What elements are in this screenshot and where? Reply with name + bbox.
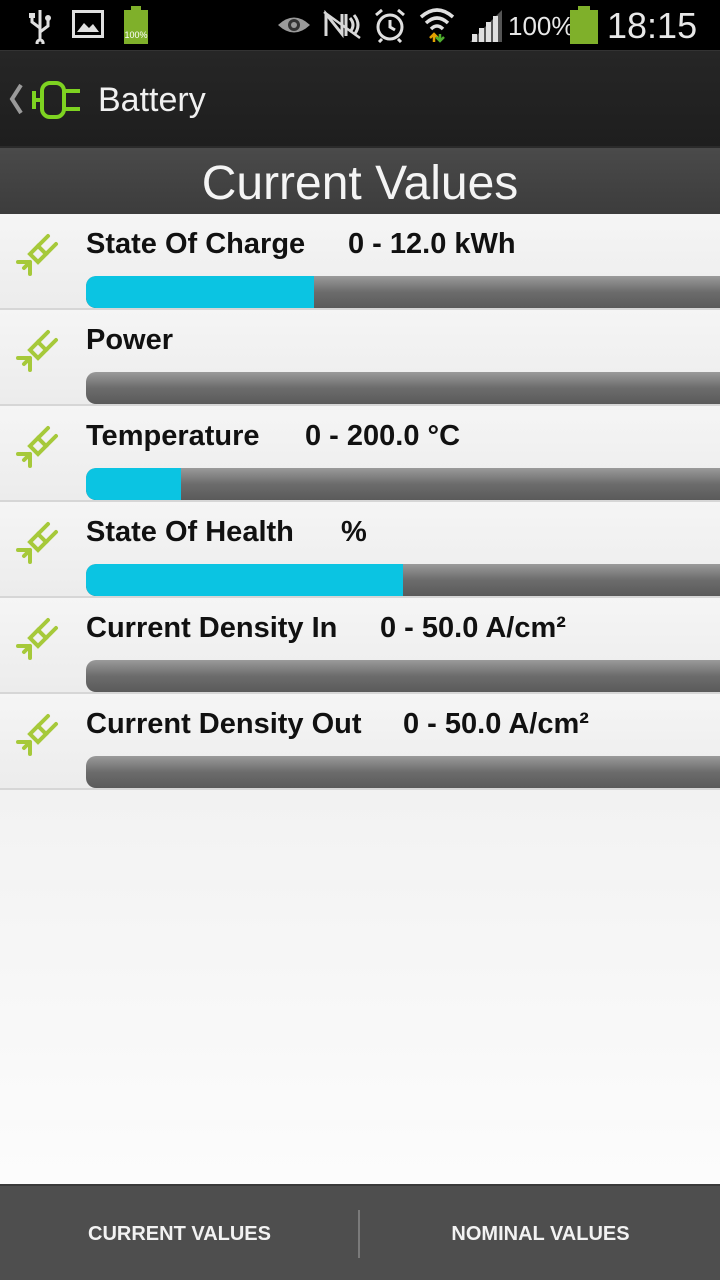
item-label: State Of Charge — [86, 228, 306, 260]
signal-icon — [470, 10, 502, 42]
tab-nominal-values[interactable]: NOMINAL VALUES — [361, 1186, 720, 1280]
progress-fill — [86, 276, 315, 308]
list-item[interactable]: Current Density In 0 - 50.0 A/cm² — [0, 598, 720, 694]
plug-icon — [16, 424, 60, 473]
item-range: 0 - 12.0 kWh — [348, 228, 516, 260]
plug-icon — [16, 232, 60, 281]
plug-icon — [16, 328, 60, 377]
item-label: Power — [86, 324, 174, 356]
status-bar: 100% 100% 18:15 — [0, 0, 720, 50]
item-range: 0 - 50.0 A/cm² — [403, 708, 589, 740]
plug-icon — [16, 520, 60, 569]
battery-plug-icon[interactable] — [30, 79, 82, 121]
tab-current-values[interactable]: CURRENT VALUES — [0, 1186, 359, 1280]
item-label: Temperature — [86, 420, 260, 452]
battery-icon — [570, 6, 598, 44]
item-range: % — [341, 516, 367, 548]
usb-icon — [29, 10, 51, 44]
progress-bar — [86, 660, 720, 692]
page-title: Current Values — [0, 146, 720, 214]
battery-percent: 100% — [508, 11, 575, 41]
eye-icon — [278, 17, 310, 33]
tab-divider — [358, 1210, 360, 1258]
bottom-tab-bar: CURRENT VALUES NOMINAL VALUES — [0, 1184, 720, 1280]
progress-fill — [86, 564, 403, 596]
battery-small-icon: 100% — [122, 6, 150, 44]
progress-bar — [86, 756, 720, 788]
app-title: Battery — [98, 81, 206, 119]
plug-icon — [16, 712, 60, 761]
alarm-icon — [375, 8, 405, 43]
item-label: Current Density In — [86, 612, 338, 644]
battery-small-label: 100% — [124, 30, 148, 40]
wifi-icon — [419, 8, 455, 43]
values-list: State Of Charge 0 - 12.0 kWh Power Temperat… — [0, 214, 720, 790]
list-item[interactable]: State Of Charge 0 - 12.0 kWh — [0, 214, 720, 310]
image-icon — [72, 10, 104, 38]
item-label: State Of Health — [86, 516, 294, 548]
list-item[interactable]: State Of Health% — [0, 502, 720, 598]
list-item[interactable]: Current Density Out 0 - 50.0 A/cm² — [0, 694, 720, 790]
clock: 18:15 — [607, 5, 698, 46]
item-range: 0 - 50.0 A/cm² — [380, 612, 566, 644]
nfc-icon — [323, 10, 361, 40]
item-label: Current Density Out — [86, 708, 362, 740]
list-item[interactable]: Power — [0, 310, 720, 406]
item-range: 0 - 200.0 °C — [305, 420, 461, 452]
empty-area — [0, 790, 720, 1184]
progress-bar — [86, 468, 720, 500]
list-item[interactable]: Temperature 0 - 200.0 °C — [0, 406, 720, 502]
plug-icon — [16, 616, 60, 665]
progress-bar — [86, 372, 720, 404]
action-bar: Battery — [0, 50, 720, 146]
progress-bar — [86, 564, 720, 596]
progress-fill — [86, 468, 182, 500]
progress-bar — [86, 276, 720, 308]
up-caret-icon[interactable] — [8, 81, 24, 117]
